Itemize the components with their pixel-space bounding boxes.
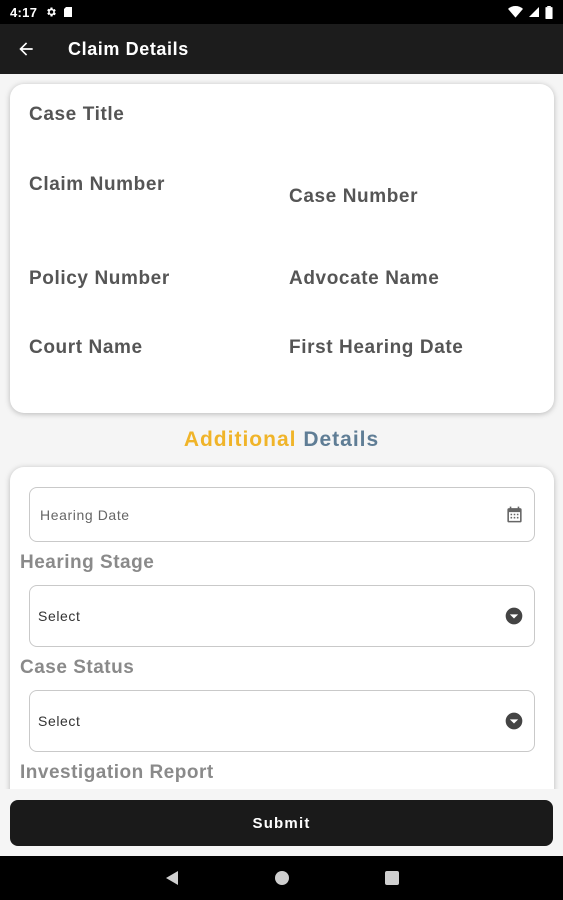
investigation-report-label: Investigation Report [20, 762, 214, 783]
hearing-date-input[interactable]: Hearing Date [29, 487, 535, 542]
hearing-stage-label: Hearing Stage [20, 552, 155, 573]
submit-button[interactable]: Submit [10, 800, 553, 846]
policy-number-label: Policy Number [29, 268, 170, 289]
section-title-word2: Details [303, 428, 380, 451]
dropdown-circle-icon [505, 607, 523, 625]
status-time: 4:17 [10, 4, 38, 20]
calendar-icon[interactable] [505, 505, 524, 524]
advocate-name-label: Advocate Name [289, 268, 440, 289]
cell-signal-icon [529, 7, 539, 17]
section-title-word1: Additional [183, 428, 297, 451]
case-title-label: Case Title [29, 104, 125, 125]
case-number-label: Case Number [289, 186, 419, 207]
back-button[interactable] [0, 24, 52, 74]
claim-details-card: Case Title Claim Number Case Number Poli… [10, 84, 554, 413]
battery-icon [545, 5, 553, 19]
settings-gear-icon [47, 7, 57, 17]
app-bar: Claim Details [0, 24, 563, 74]
system-nav-bar [0, 856, 563, 900]
section-title: Additional Details [0, 428, 563, 452]
hearing-stage-value: Select [38, 608, 81, 624]
wifi-icon [508, 6, 523, 18]
sd-card-icon [64, 7, 73, 17]
first-hearing-date-label: First Hearing Date [289, 337, 464, 358]
nav-home-icon[interactable] [274, 870, 290, 886]
nav-recents-icon[interactable] [384, 871, 399, 885]
case-status-select[interactable]: Select [29, 690, 535, 752]
submit-area: Submit [0, 789, 563, 856]
status-bar: 4:17 [0, 0, 563, 24]
dropdown-circle-icon [505, 712, 523, 730]
court-name-label: Court Name [29, 337, 143, 358]
page-title: Claim Details [68, 38, 189, 59]
case-status-value: Select [38, 713, 81, 729]
hearing-stage-select[interactable]: Select [29, 585, 535, 647]
nav-back-icon[interactable] [165, 870, 179, 886]
hearing-date-placeholder: Hearing Date [40, 506, 130, 523]
case-status-label: Case Status [20, 657, 135, 678]
additional-details-card: Hearing Date Hearing Stage Select Case S… [10, 467, 554, 827]
arrow-back-icon [19, 42, 33, 56]
claim-number-label: Claim Number [29, 174, 166, 195]
